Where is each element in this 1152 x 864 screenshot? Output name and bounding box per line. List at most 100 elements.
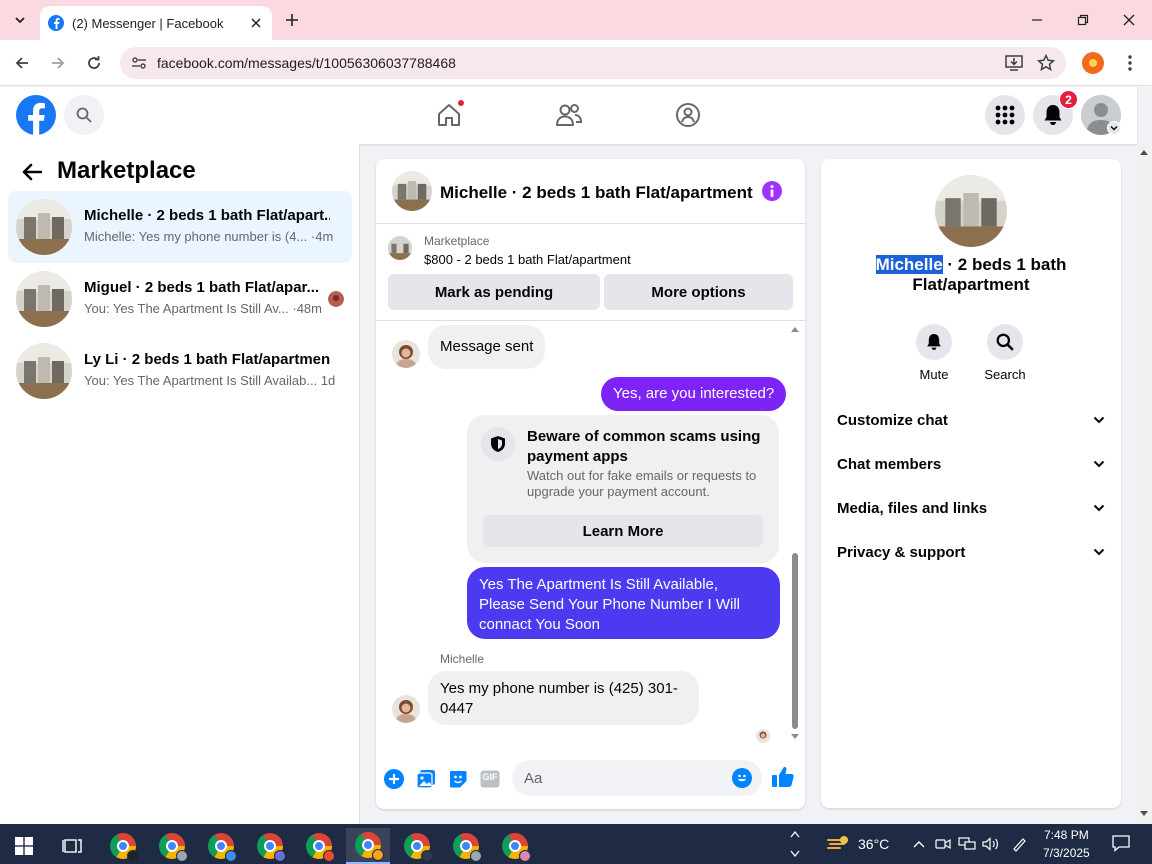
attach-photo-button[interactable]: [414, 767, 438, 791]
mute-action[interactable]: Mute: [904, 324, 964, 382]
meet-camera-icon[interactable]: [934, 836, 952, 852]
chrome-icon: [159, 833, 188, 862]
show-hidden-icons-chevron-up-icon[interactable]: [910, 836, 928, 852]
taskbar-chrome-3[interactable]: [199, 828, 243, 864]
privacy-support-section[interactable]: Privacy & support: [821, 530, 1121, 574]
conversation-item-ly-li[interactable]: Ly Li · 2 beds 1 bath Flat/apartment You…: [8, 335, 352, 407]
minimize-button[interactable]: [1025, 8, 1049, 32]
task-view-button[interactable]: [50, 828, 94, 864]
learn-more-button[interactable]: Learn More: [483, 515, 763, 547]
scroll-down-icon[interactable]: [1139, 810, 1149, 818]
chat-title[interactable]: Michelle · 2 beds 1 bath Flat/apartment: [440, 183, 753, 203]
taskbar-scroll-down-icon[interactable]: [790, 850, 800, 858]
taskbar-chrome-9[interactable]: [493, 828, 537, 864]
scam-warning-card: Beware of common scams using payment app…: [467, 415, 779, 563]
forward-button[interactable]: [44, 49, 72, 77]
notification-center-icon[interactable]: [1112, 834, 1130, 852]
message-composer: GIF: [376, 749, 805, 809]
tab-search-button[interactable]: [6, 7, 34, 33]
back-button[interactable]: [8, 49, 36, 77]
weather-temperature[interactable]: 36°C: [858, 836, 889, 852]
site-settings-icon[interactable]: [128, 52, 150, 74]
conversation-preview: You: Yes The Apartment Is Still Av... ·4…: [84, 301, 322, 316]
scroll-down-icon[interactable]: [790, 733, 800, 741]
home-notification-dot: [457, 99, 465, 107]
listing-avatar-large[interactable]: [935, 175, 1007, 247]
gif-button[interactable]: GIF: [478, 767, 502, 791]
install-app-icon[interactable]: [1002, 51, 1026, 75]
start-button[interactable]: [2, 828, 46, 864]
mark-as-pending-button[interactable]: Mark as pending: [388, 274, 600, 310]
conversation-preview: You: Yes The Apartment Is Still Availab.…: [84, 373, 336, 388]
conversation-item-michelle[interactable]: Michelle · 2 beds 1 bath Flat/apart... M…: [8, 191, 352, 263]
chevron-down-icon: [1093, 460, 1105, 468]
back-to-chats-button[interactable]: [18, 158, 46, 186]
clock-time[interactable]: 7:48 PM: [1044, 828, 1089, 842]
listing-title[interactable]: $800 - 2 beds 1 bath Flat/apartment: [424, 252, 631, 267]
close-tab-icon[interactable]: [246, 13, 266, 33]
search-action[interactable]: Search: [975, 324, 1035, 382]
message-input[interactable]: [512, 760, 762, 796]
menu-button[interactable]: [985, 95, 1025, 135]
more-actions-button[interactable]: [382, 767, 406, 791]
info-icon[interactable]: [762, 181, 782, 201]
address-bar[interactable]: facebook.com/messages/t/1005630603778846…: [120, 47, 1066, 79]
clock-date[interactable]: 7/3/2025: [1043, 846, 1090, 860]
incoming-message: Message sent: [428, 325, 546, 369]
taskbar-chrome-1[interactable]: [101, 828, 145, 864]
sticker-button[interactable]: [446, 767, 470, 791]
conversation-item-miguel[interactable]: Miguel · 2 beds 1 bath Flat/apar... You:…: [8, 263, 352, 335]
scroll-up-icon[interactable]: [1139, 148, 1149, 156]
account-chevron-icon[interactable]: [1107, 121, 1121, 135]
nav-groups[interactable]: [670, 99, 706, 131]
bookmark-star-icon[interactable]: [1034, 51, 1058, 75]
maximize-button[interactable]: [1071, 8, 1095, 32]
weather-icon[interactable]: [826, 834, 850, 854]
chrome-icon: [502, 833, 531, 862]
notification-count-badge: 2: [1059, 90, 1078, 109]
nav-friends[interactable]: [551, 99, 587, 131]
taskbar-chrome-5[interactable]: [297, 828, 341, 864]
chevron-down-icon: [1093, 416, 1105, 424]
windows-logo-icon: [15, 837, 33, 855]
taskbar-scroll-up-icon[interactable]: [790, 830, 800, 838]
chrome-icon: [453, 833, 482, 862]
facebook-search-button[interactable]: [64, 95, 104, 135]
chevron-down-icon: [15, 17, 25, 24]
search-in-conversation-button[interactable]: [987, 324, 1023, 360]
conversation-name: Miguel · 2 beds 1 bath Flat/apar...: [84, 279, 320, 296]
reload-button[interactable]: [80, 49, 108, 77]
taskbar-chrome-7[interactable]: [395, 828, 439, 864]
close-window-button[interactable]: [1117, 8, 1141, 32]
emoji-icon[interactable]: [732, 768, 752, 788]
chat-members-section[interactable]: Chat members: [821, 442, 1121, 486]
panel-title: Marketplace: [57, 157, 196, 184]
facebook-logo-icon[interactable]: [16, 95, 56, 135]
like-button[interactable]: [771, 765, 795, 789]
new-tab-button[interactable]: [280, 8, 304, 32]
more-options-button[interactable]: More options: [604, 274, 793, 310]
chat-scroll-thumb[interactable]: [792, 553, 798, 729]
scroll-up-icon[interactable]: [790, 325, 800, 333]
taskbar-chrome-8[interactable]: [444, 828, 488, 864]
media-files-links-section[interactable]: Media, files and links: [821, 486, 1121, 530]
search-icon: [996, 333, 1014, 351]
taskbar-chrome-6-active[interactable]: [346, 828, 390, 864]
page-scrollbar[interactable]: [1137, 144, 1152, 824]
network-icon[interactable]: [958, 836, 976, 852]
mute-button[interactable]: [916, 324, 952, 360]
taskbar-chrome-2[interactable]: [150, 828, 194, 864]
customize-chat-section[interactable]: Customize chat: [821, 398, 1121, 442]
marketplace-conversation-list: Marketplace Michelle · 2 beds 1 bath Fla…: [0, 144, 360, 824]
pen-workspace-icon[interactable]: [1010, 836, 1028, 852]
chat-listing-avatar[interactable]: [392, 171, 432, 211]
browser-tab-messenger[interactable]: (2) Messenger | Facebook: [40, 6, 272, 40]
extension-icon[interactable]: [1082, 52, 1104, 74]
incoming-message: Yes my phone number is (425) 301-0447: [428, 671, 699, 725]
volume-icon[interactable]: [982, 836, 1000, 852]
taskbar-chrome-4[interactable]: [248, 828, 292, 864]
task-view-icon: [62, 839, 82, 853]
outgoing-message: Yes The Apartment Is Still Available, Pl…: [467, 567, 780, 639]
nav-home[interactable]: [431, 99, 467, 131]
browser-menu-icon[interactable]: [1118, 51, 1142, 75]
